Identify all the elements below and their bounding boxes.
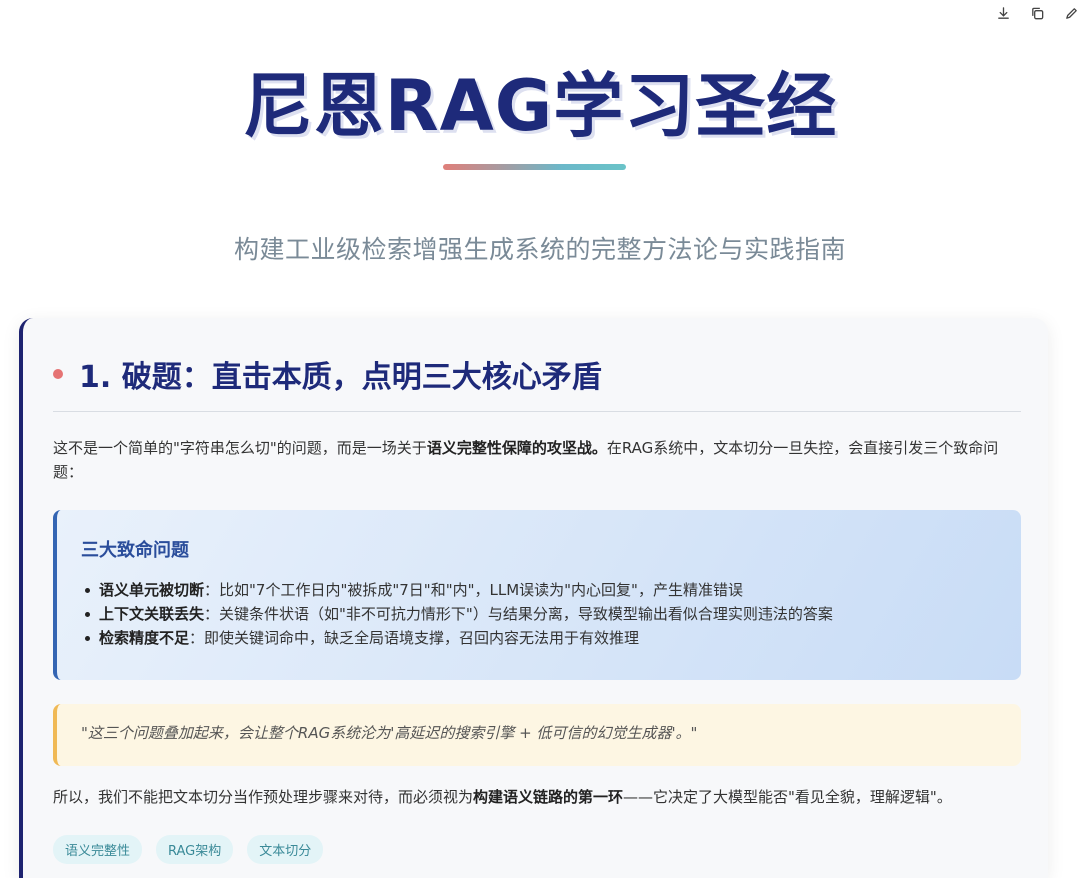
problems-title: 三大致命问题	[81, 540, 189, 561]
copy-icon[interactable]	[1028, 4, 1046, 22]
problem-desc: ：关键条件状语（如"非不可抗力情形下"）与结果分离，导致模型输出看似合理实则违法…	[204, 605, 833, 623]
problems-list: 语义单元被切断：比如"7个工作日内"被拆成"7日"和"内"，LLM误读为"内心回…	[81, 578, 997, 650]
problem-name: 检索精度不足	[99, 629, 190, 647]
problem-desc: ：比如"7个工作日内"被拆成"7日"和"内"，LLM误读为"内心回复"，产生精准…	[204, 581, 743, 599]
list-item: 检索精度不足：即使关键词命中，缺乏全局语境支撑，召回内容无法用于有效推理	[85, 626, 997, 650]
conclusion-bold: 构建语义链路的第一环	[473, 788, 624, 806]
conclusion-text-2: ——它决定了大模型能否"看见全貌，理解逻辑"。	[623, 788, 952, 806]
page-title: 尼恩RAG学习圣经	[242, 65, 838, 147]
problems-box: 三大致命问题 语义单元被切断：比如"7个工作日内"被拆成"7日"和"内"，LLM…	[53, 510, 1021, 680]
problem-desc: ：即使关键词命中，缺乏全局语境支撑，召回内容无法用于有效推理	[189, 629, 640, 647]
problem-name: 语义单元被切断	[99, 581, 205, 599]
intro-bold: 语义完整性保障的攻坚战。	[426, 439, 607, 457]
bullet-dot-icon	[53, 369, 63, 379]
conclusion-paragraph: 所以，我们不能把文本切分当作预处理步骤来对待，而必须视为构建语义链路的第一环——…	[53, 785, 1021, 810]
toolbar	[994, 4, 1080, 22]
section-divider	[53, 411, 1021, 412]
intro-paragraph: 这不是一个简单的"字符串怎么切"的问题，而是一场关于语义完整性保障的攻坚战。在R…	[53, 436, 1021, 484]
quote-box: "这三个问题叠加起来，会让整个RAG系统沦为'高延迟的搜索引擎 + 低可信的幻觉…	[53, 704, 1021, 766]
page-subtitle: 构建工业级检索增强生成系统的完整方法论与实践指南	[233, 235, 846, 264]
list-item: 语义单元被切断：比如"7个工作日内"被拆成"7日"和"内"，LLM误读为"内心回…	[85, 578, 997, 602]
download-icon[interactable]	[994, 4, 1012, 22]
problem-name: 上下文关联丢失	[99, 605, 205, 623]
title-underline	[443, 164, 626, 170]
list-item: 上下文关联丢失：关键条件状语（如"非不可抗力情形下"）与结果分离，导致模型输出看…	[85, 602, 997, 626]
section-header: 1. 破题：直击本质，点明三大核心矛盾	[53, 352, 602, 396]
edit-icon[interactable]	[1062, 4, 1080, 22]
intro-text: 这不是一个简单的"字符串怎么切"的问题，而是一场关于	[53, 439, 427, 457]
section-card: 1. 破题：直击本质，点明三大核心矛盾 这不是一个简单的"字符串怎么切"的问题，…	[19, 318, 1048, 878]
conclusion-text: 所以，我们不能把文本切分当作预处理步骤来对待，而必须视为	[53, 788, 474, 806]
section-title: 1. 破题：直击本质，点明三大核心矛盾	[79, 360, 602, 395]
